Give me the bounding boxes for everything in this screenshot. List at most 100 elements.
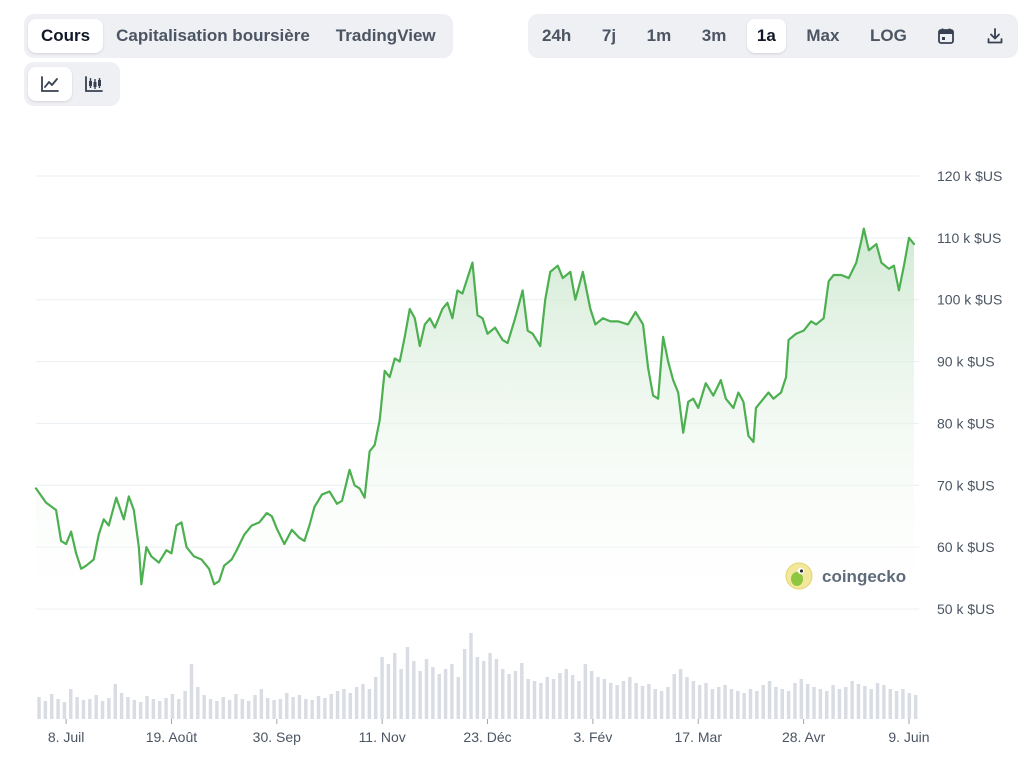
volume-bar bbox=[49, 694, 54, 719]
volume-bar bbox=[894, 691, 899, 719]
volume-bar bbox=[824, 691, 829, 719]
watermark-text: coingecko bbox=[822, 567, 906, 586]
volume-bar bbox=[418, 671, 422, 719]
volume-bar bbox=[234, 694, 238, 719]
volume-bar bbox=[723, 685, 727, 719]
volume-bars bbox=[37, 633, 918, 719]
volume-bar bbox=[215, 701, 219, 719]
volume-bar bbox=[157, 701, 162, 719]
volume-bar bbox=[653, 689, 657, 719]
volume-bar bbox=[151, 699, 156, 719]
volume-bar bbox=[844, 687, 848, 719]
volume-bar bbox=[170, 694, 175, 719]
x-axis-ticks: 8. Juil 19. Août 30. Sep 11. Nov 23. Déc 3. F… bbox=[48, 719, 930, 745]
volume-bar bbox=[310, 700, 314, 719]
volume-bar bbox=[901, 689, 905, 719]
volume-bar bbox=[399, 669, 403, 719]
volume-bar bbox=[691, 681, 696, 719]
volume-bar bbox=[761, 685, 765, 719]
x-tick-label: 30. Sep bbox=[253, 729, 301, 745]
volume-bar bbox=[132, 700, 137, 719]
volume-bar bbox=[412, 661, 416, 719]
volume-bar bbox=[501, 669, 505, 719]
volume-bar bbox=[666, 687, 670, 719]
volume-bar bbox=[748, 689, 753, 719]
volume-bar bbox=[551, 679, 556, 719]
y-axis-ticks: 120 k $US 110 k $US 100 k $US 90 k $US 80 k … bbox=[937, 168, 1002, 617]
volume-bar bbox=[259, 689, 264, 719]
volume-bar bbox=[532, 681, 537, 719]
x-tick-label: 11. Nov bbox=[359, 729, 406, 745]
volume-bar bbox=[755, 691, 759, 719]
volume-bar bbox=[475, 657, 480, 719]
volume-bar bbox=[494, 659, 499, 719]
volume-bar bbox=[507, 674, 511, 719]
volume-bar bbox=[678, 669, 683, 719]
volume-bar bbox=[882, 685, 886, 719]
volume-bar bbox=[183, 691, 187, 719]
volume-bar bbox=[386, 664, 391, 719]
volume-bar bbox=[405, 647, 410, 719]
volume-bar bbox=[272, 700, 276, 719]
volume-bar bbox=[520, 663, 524, 719]
volume-bar bbox=[443, 669, 448, 719]
volume-bar bbox=[628, 677, 632, 719]
y-tick-label: 100 k $US bbox=[937, 292, 1002, 308]
volume-bar bbox=[56, 699, 60, 719]
coingecko-logo-icon bbox=[785, 562, 813, 590]
y-tick-label: 70 k $US bbox=[937, 477, 995, 493]
volume-bar bbox=[869, 689, 873, 719]
volume-bar bbox=[856, 684, 861, 719]
volume-bar bbox=[69, 689, 73, 719]
y-tick-label: 60 k $US bbox=[937, 539, 995, 555]
volume-bar bbox=[196, 687, 200, 719]
volume-bar bbox=[189, 664, 194, 719]
volume-bar bbox=[888, 689, 892, 719]
volume-bar bbox=[786, 691, 791, 719]
volume-bar bbox=[577, 681, 581, 719]
y-tick-label: 120 k $US bbox=[937, 168, 1002, 184]
volume-bar bbox=[81, 700, 86, 719]
volume-bar bbox=[126, 697, 130, 719]
volume-bar bbox=[221, 697, 225, 719]
x-tick-label: 17. Mar bbox=[675, 729, 723, 745]
volume-bar bbox=[278, 699, 283, 719]
volume-bar bbox=[380, 657, 384, 719]
volume-bar bbox=[240, 699, 245, 719]
volume-bar bbox=[583, 664, 588, 719]
volume-bar bbox=[907, 693, 912, 719]
volume-bar bbox=[94, 695, 98, 719]
volume-bar bbox=[609, 683, 613, 719]
x-tick-label: 28. Avr bbox=[782, 729, 826, 745]
volume-bar bbox=[367, 689, 372, 719]
volume-bar bbox=[335, 691, 340, 719]
x-tick-label: 23. Déc bbox=[463, 729, 511, 745]
coingecko-watermark: coingecko bbox=[785, 562, 906, 590]
x-tick-label: 9. Juin bbox=[888, 729, 929, 745]
volume-bar bbox=[831, 685, 835, 719]
volume-bar bbox=[615, 685, 619, 719]
volume-bar bbox=[672, 674, 677, 719]
volume-bar bbox=[647, 684, 651, 719]
volume-bar bbox=[558, 673, 562, 719]
volume-bar bbox=[253, 695, 257, 719]
y-tick-label: 110 k $US bbox=[937, 230, 1001, 246]
volume-bar bbox=[88, 699, 92, 719]
volume-bar bbox=[837, 689, 842, 719]
x-tick-label: 3. Fév bbox=[573, 729, 612, 745]
volume-bar bbox=[850, 681, 854, 719]
volume-bar bbox=[373, 677, 378, 719]
volume-bar bbox=[659, 691, 664, 719]
volume-bar bbox=[285, 693, 289, 719]
volume-bar bbox=[297, 695, 302, 719]
volume-bar bbox=[450, 664, 454, 719]
volume-bar bbox=[462, 649, 467, 719]
volume-bar bbox=[304, 699, 308, 719]
volume-bar bbox=[570, 675, 575, 719]
volume-bar bbox=[513, 671, 518, 719]
volume-bar bbox=[488, 653, 492, 719]
volume-bar bbox=[456, 677, 461, 719]
volume-bar bbox=[43, 701, 48, 719]
volume-bar bbox=[227, 700, 232, 719]
volume-bar bbox=[138, 702, 143, 719]
